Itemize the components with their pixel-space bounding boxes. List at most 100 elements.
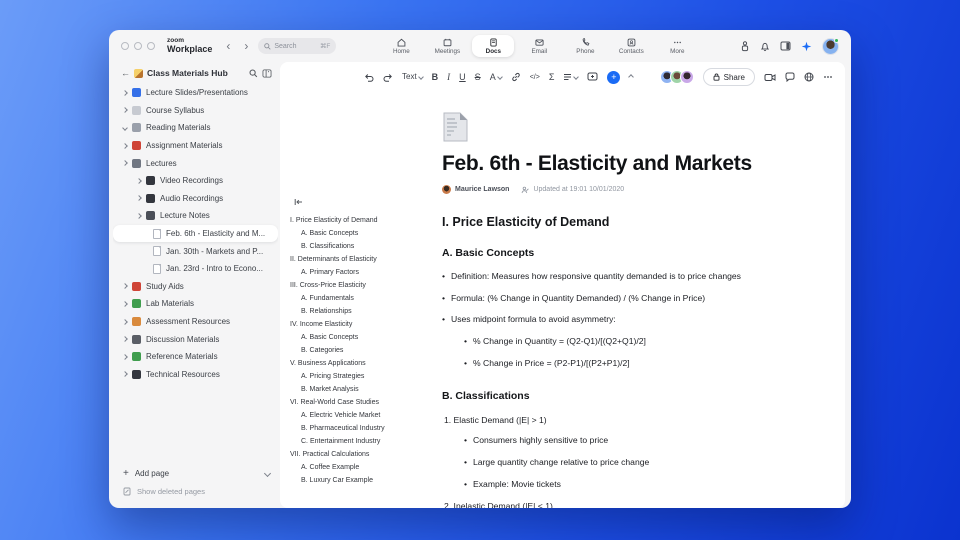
collapse-sidebar-icon[interactable] [262, 68, 272, 78]
rooms-icon[interactable] [740, 40, 750, 52]
chevron-right-icon[interactable] [136, 213, 142, 219]
chevron-right-icon[interactable] [122, 283, 128, 290]
sub-bullet-item[interactable]: •% Change in Quantity = (Q2-Q1)/[(Q2+Q1)… [442, 336, 822, 347]
section-heading[interactable]: I. Price Elasticity of Demand [442, 215, 822, 229]
document-title[interactable]: Feb. 6th - Elasticity and Markets [442, 152, 822, 176]
outline-item[interactable]: III. Cross-Price Elasticity [290, 279, 432, 292]
chevron-down-icon[interactable] [263, 469, 272, 477]
subsection-heading[interactable]: B. Classifications [442, 390, 822, 402]
document-scroll-area[interactable]: I. Price Elasticity of Demand A. Basic C… [280, 92, 845, 508]
globe-language-button[interactable] [804, 72, 814, 82]
nav-tab-phone[interactable]: Phone [564, 35, 606, 57]
outline-item[interactable]: A. Pricing Strategies [290, 370, 432, 383]
underline-button[interactable]: U [459, 72, 466, 82]
sidebar-item-technical-resources[interactable]: Technical Resources [113, 366, 278, 384]
sidebar-search-icon[interactable] [249, 69, 258, 78]
sidebar-item-assessment-resources[interactable]: Assessment Resources [113, 313, 278, 331]
back-arrow-icon[interactable]: ← [121, 68, 130, 78]
bullet-item[interactable]: • Definition: Measures how responsive qua… [442, 271, 822, 282]
insert-block-button[interactable]: + [607, 70, 621, 84]
outline-item[interactable]: A. Coffee Example [290, 461, 432, 474]
sidebar-item-reference-materials[interactable]: Reference Materials [113, 348, 278, 366]
chevron-right-icon[interactable] [122, 318, 128, 325]
sidebar-item-assignment-materials[interactable]: Assignment Materials [113, 137, 278, 155]
bullet-item[interactable]: • Large quantity change relative to price… [442, 457, 822, 468]
sidebar-item-lecture-slides[interactable]: Lecture Slides/Presentations [113, 84, 278, 102]
strikethrough-button[interactable]: S [475, 72, 481, 82]
chevron-right-icon[interactable] [136, 195, 142, 202]
side-panel-icon[interactable] [780, 41, 791, 51]
outline-item[interactable]: B. Relationships [290, 305, 432, 318]
nav-tab-home[interactable]: Home [380, 35, 422, 57]
bullet-item[interactable]: • Example: Movie tickets [442, 479, 822, 490]
outline-item[interactable]: IV. Income Elasticity [290, 318, 432, 331]
show-deleted-pages-button[interactable]: Show deleted pages [123, 482, 270, 500]
undo-button[interactable] [364, 73, 374, 82]
outline-item[interactable]: A. Electric Vehicle Market [290, 409, 432, 422]
chevron-right-icon[interactable] [122, 160, 128, 167]
sidebar-item-discussion-materials[interactable]: Discussion Materials [113, 330, 278, 348]
outline-item[interactable]: C. Entertainment Industry [290, 435, 432, 448]
nav-tab-more[interactable]: More [656, 35, 698, 57]
text-color-dropdown[interactable]: A [490, 72, 503, 82]
chevron-right-icon[interactable] [122, 371, 128, 378]
outline-item[interactable]: A. Fundamentals [290, 292, 432, 305]
outline-item[interactable]: B. Classifications [290, 240, 432, 253]
outline-item[interactable]: B. Categories [290, 344, 432, 357]
sidebar-item-reading-materials[interactable]: Reading Materials [113, 119, 278, 137]
zoom-window-button[interactable] [147, 42, 155, 50]
text-style-dropdown[interactable]: Text [402, 73, 424, 81]
chevron-right-icon[interactable] [136, 177, 142, 184]
collapse-outline-button[interactable] [294, 198, 432, 206]
bullet-item[interactable]: • Formula: (% Change in Quantity Demanded… [442, 293, 822, 304]
subsection-heading[interactable]: A. Basic Concepts [442, 247, 822, 259]
sidebar-item-jan-23rd[interactable]: Jan. 23rd - Intro to Econo... [113, 260, 278, 278]
list-format-dropdown[interactable] [563, 73, 580, 81]
bullet-item[interactable]: • Consumers highly sensitive to price [442, 435, 822, 446]
chevron-right-icon[interactable] [122, 336, 128, 342]
outline-item[interactable]: A. Basic Concepts [290, 331, 432, 344]
sub-bullet-item[interactable]: •% Change in Price = (P2-P1)/[(P2+P1)/2] [442, 358, 822, 369]
sidebar-item-lab-materials[interactable]: Lab Materials [113, 295, 278, 313]
minimize-window-button[interactable] [134, 42, 142, 50]
add-page-button[interactable]: + Add page [123, 464, 272, 482]
chat-button[interactable] [785, 72, 795, 82]
outline-item[interactable]: V. Business Applications [290, 357, 432, 370]
outline-item[interactable]: VII. Practical Calculations [290, 448, 432, 461]
notifications-bell-icon[interactable] [760, 41, 770, 52]
share-button[interactable]: Share [702, 68, 755, 86]
chevron-right-icon[interactable] [122, 353, 128, 360]
back-button[interactable]: ‹ [222, 40, 234, 52]
ai-companion-icon[interactable] [801, 41, 812, 52]
code-button[interactable]: </> [530, 74, 540, 81]
sidebar-item-video-recordings[interactable]: Video Recordings [113, 172, 278, 190]
outline-item[interactable]: B. Luxury Car Example [290, 474, 432, 487]
chevron-right-icon[interactable] [122, 89, 128, 96]
search-input[interactable]: Search ⌘F [258, 38, 337, 54]
italic-button[interactable]: I [447, 72, 450, 82]
bold-button[interactable]: B [432, 72, 439, 82]
redo-button[interactable] [383, 73, 393, 82]
document-page[interactable]: Feb. 6th - Elasticity and Markets Mauric… [442, 92, 822, 508]
sidebar-item-jan-30th[interactable]: Jan. 30th - Markets and P... [113, 242, 278, 260]
more-options-button[interactable] [823, 75, 833, 79]
insert-link-button[interactable] [511, 72, 521, 82]
outline-item[interactable]: B. Pharmaceutical Industry [290, 422, 432, 435]
user-avatar[interactable] [822, 37, 839, 55]
outline-item[interactable]: A. Primary Factors [290, 266, 432, 279]
video-call-button[interactable] [764, 73, 776, 82]
outline-item[interactable]: B. Market Analysis [290, 383, 432, 396]
nav-tab-meetings[interactable]: Meetings [426, 35, 468, 57]
chevron-right-icon[interactable] [122, 142, 128, 149]
sidebar-item-study-aids[interactable]: Study Aids [113, 278, 278, 296]
outline-item[interactable]: A. Basic Concepts [290, 227, 432, 240]
nav-tab-contacts[interactable]: Contacts [610, 35, 652, 57]
sidebar-item-lectures[interactable]: Lectures [113, 154, 278, 172]
forward-button[interactable]: › [240, 40, 252, 52]
collapse-toolbar-button[interactable] [628, 74, 635, 80]
equation-button[interactable]: Σ [549, 72, 555, 82]
outline-item[interactable]: VI. Real-World Case Studies [290, 396, 432, 409]
sidebar-item-feb-6th[interactable]: Feb. 6th - Elasticity and M... [113, 224, 278, 243]
nav-tab-docs[interactable]: Docs [472, 35, 515, 57]
close-window-button[interactable] [121, 42, 129, 50]
